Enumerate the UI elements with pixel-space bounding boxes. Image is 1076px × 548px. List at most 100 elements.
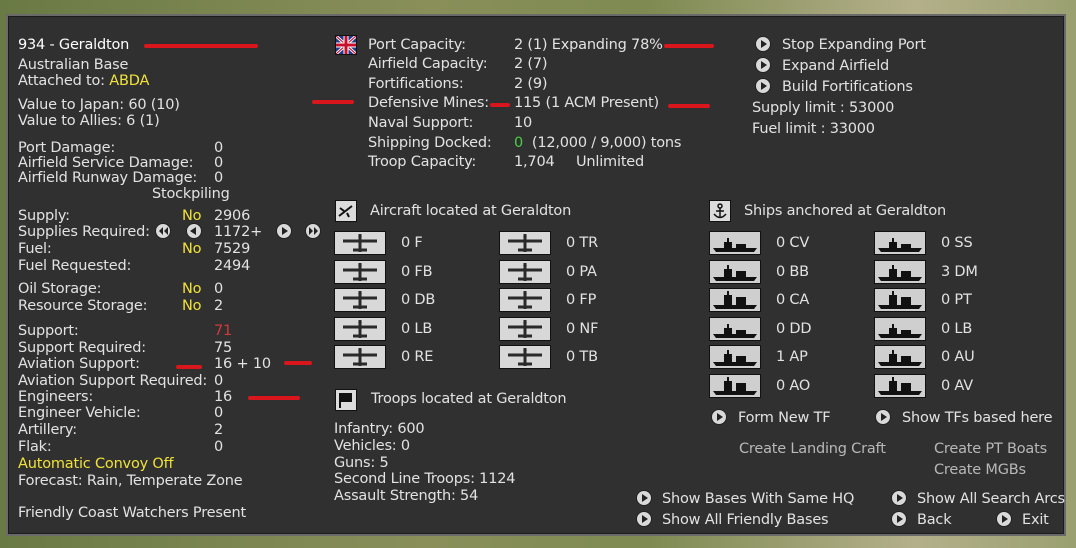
show-all-friendly-button[interactable]: Show All Friendly Bases [662, 512, 829, 529]
resource-storage-label: Resource Storage: [18, 298, 148, 314]
ship-right-count-4: 0 AU [941, 349, 975, 365]
airfield-runway-label: Airfield Runway Damage: [18, 170, 198, 186]
engineer-vehicle-value: 0 [214, 405, 224, 421]
forecast: Forecast: Rain, Temperate Zone [18, 473, 243, 489]
aircraft-right-icon-1[interactable] [499, 259, 551, 284]
aircraft-left-icon-3[interactable] [334, 316, 386, 341]
increase-fast-button[interactable] [305, 223, 321, 239]
ship-left-count-5: 0 AO [776, 377, 811, 394]
aircraft-icon [335, 200, 357, 222]
engineer-vehicle-label: Engineer Vehicle: [18, 405, 141, 421]
fuel-value: 7529 [214, 241, 251, 257]
redaction-mark [490, 103, 510, 107]
redaction-mark [668, 104, 710, 108]
attached-hq-link[interactable]: ABDA [109, 73, 149, 89]
show-tfs-button[interactable]: Show TFs based here [902, 410, 1053, 427]
troops-header: Troops located at Geraldton [371, 391, 567, 407]
form-new-tf-icon[interactable] [711, 409, 727, 425]
naval-support-value: 10 [514, 115, 533, 131]
aviation-support-label: Aviation Support: [18, 356, 140, 372]
fuel-requested-value: 2494 [214, 258, 251, 274]
fortifications-label: Fortifications: [368, 76, 464, 92]
naval-support-label: Naval Support: [368, 115, 474, 131]
stop-expanding-port-icon[interactable] [755, 36, 771, 52]
redaction-mark [312, 100, 354, 104]
form-new-tf-button[interactable]: Form New TF [738, 410, 831, 427]
aircraft-left-count-4: 0 RE [401, 349, 434, 365]
ship-left-count-2: 0 CA [776, 292, 810, 308]
create-mgbs-button[interactable]: Create MGBs [934, 462, 1026, 479]
aviation-support-value: 16 + 10 [214, 356, 271, 372]
ship-right-icon-3[interactable] [874, 316, 926, 341]
ship-right-count-2: 0 PT [941, 292, 972, 308]
decrease-button[interactable] [186, 223, 202, 239]
ship-left-icon-5[interactable] [709, 373, 761, 398]
ship-right-icon-5[interactable] [874, 373, 926, 398]
expand-airfield-icon[interactable] [755, 57, 771, 73]
ship-right-icon-4[interactable] [874, 345, 926, 369]
supply-limit: Supply limit : 53000 [752, 100, 895, 116]
expand-airfield-button[interactable]: Expand Airfield [782, 58, 889, 75]
redaction-mark [284, 361, 312, 365]
aircraft-right-icon-3[interactable] [499, 316, 551, 341]
show-all-search-arcs-icon[interactable] [891, 490, 907, 506]
value-japan: Value to Japan: 60 (10) [18, 97, 180, 113]
flak-label: Flak: [18, 439, 52, 455]
ship-left-icon-3[interactable] [709, 316, 761, 341]
oil-stockpile-toggle[interactable]: No [182, 281, 202, 298]
ship-right-icon-1[interactable] [874, 259, 926, 284]
coast-watchers: Friendly Coast Watchers Present [18, 505, 246, 521]
airfield-capacity-label: Airfield Capacity: [368, 56, 488, 72]
show-bases-same-hq-icon[interactable] [636, 490, 652, 506]
supplies-required-value: 1172+ [214, 224, 263, 240]
aircraft-left-icon-4[interactable] [334, 345, 386, 369]
fuel-limit: Fuel limit : 33000 [752, 121, 875, 137]
ship-left-count-0: 0 CV [776, 235, 810, 251]
aircraft-left-count-3: 0 LB [401, 320, 433, 337]
create-landing-craft-button[interactable]: Create Landing Craft [739, 441, 886, 458]
aircraft-right-count-4: 0 TB [566, 349, 598, 365]
aircraft-left-count-0: 0 F [401, 235, 423, 251]
back-icon[interactable] [891, 511, 907, 527]
build-fortifications-icon[interactable] [755, 78, 771, 94]
automatic-convoy-toggle[interactable]: Automatic Convoy Off [18, 456, 174, 473]
ship-left-icon-0[interactable] [709, 231, 761, 255]
troops-assault-strength: Assault Strength: 54 [334, 488, 479, 504]
build-fortifications-button[interactable]: Build Fortifications [782, 79, 913, 96]
defensive-mines-label: Defensive Mines: [368, 95, 489, 111]
fuel-stockpile-toggle[interactable]: No [182, 241, 202, 258]
aircraft-left-icon-0[interactable] [334, 231, 386, 255]
show-tfs-icon[interactable] [875, 409, 891, 425]
aircraft-left-icon-1[interactable] [334, 259, 386, 284]
aircraft-right-icon-4[interactable] [499, 345, 551, 369]
ship-left-icon-1[interactable] [709, 259, 761, 284]
resource-stockpile-toggle[interactable]: No [182, 298, 202, 315]
show-all-friendly-icon[interactable] [636, 511, 652, 527]
ship-right-icon-2[interactable] [874, 288, 926, 312]
increase-button[interactable] [276, 223, 292, 239]
aircraft-right-count-3: 0 NF [566, 320, 599, 337]
ship-right-count-1: 3 DM [941, 263, 978, 280]
ship-right-count-0: 0 SS [941, 235, 973, 251]
decrease-fast-button[interactable] [155, 223, 171, 239]
value-allies: Value to Allies: 6 (1) [18, 113, 160, 129]
artillery-value: 2 [214, 422, 224, 438]
show-bases-same-hq-button[interactable]: Show Bases With Same HQ [662, 491, 854, 508]
show-all-search-arcs-button[interactable]: Show All Search Arcs [917, 491, 1065, 508]
aircraft-left-icon-2[interactable] [334, 288, 386, 312]
ship-left-icon-4[interactable] [709, 345, 761, 369]
ship-right-icon-0[interactable] [874, 231, 926, 255]
resource-storage-value: 2 [214, 298, 224, 314]
exit-icon[interactable] [996, 511, 1012, 527]
support-label: Support: [18, 323, 79, 339]
aircraft-right-icon-2[interactable] [499, 288, 551, 312]
stop-expanding-port-button[interactable]: Stop Expanding Port [782, 37, 926, 54]
create-pt-boats-button[interactable]: Create PT Boats [934, 441, 1047, 458]
ship-left-icon-2[interactable] [709, 288, 761, 312]
exit-button[interactable]: Exit [1022, 512, 1049, 529]
back-button[interactable]: Back [917, 512, 952, 529]
aircraft-right-icon-0[interactable] [499, 231, 551, 255]
british-flag-icon [335, 35, 357, 55]
airfield-runway-value: 0 [214, 170, 224, 186]
ships-header: Ships anchored at Geraldton [744, 203, 947, 219]
